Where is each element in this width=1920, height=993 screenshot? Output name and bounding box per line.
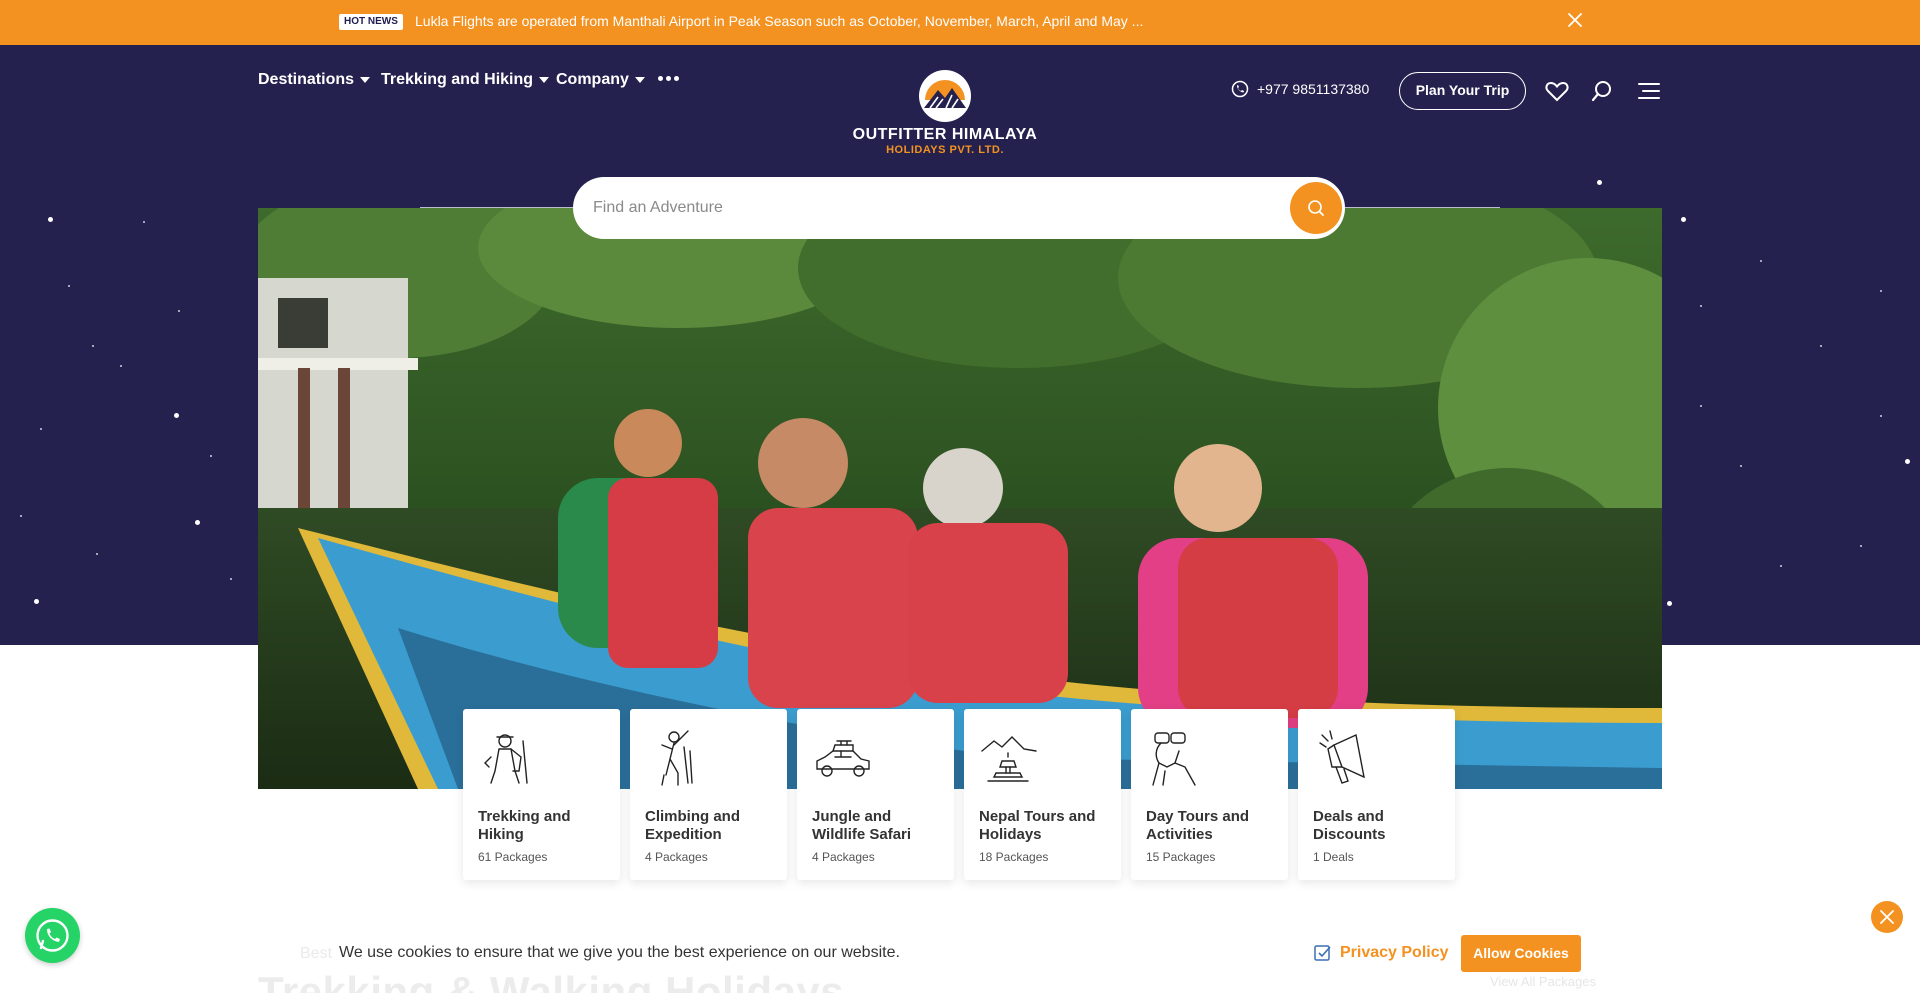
caret-down-icon — [634, 77, 645, 83]
nav-company[interactable]: Company — [556, 70, 645, 90]
more-dots-icon[interactable] — [658, 76, 679, 81]
phone-link[interactable]: +977 9851137380 — [1231, 80, 1369, 98]
nav-destinations[interactable]: Destinations — [258, 70, 371, 90]
whatsapp-icon — [1231, 80, 1249, 98]
search-icon — [1308, 200, 1324, 216]
whatsapp-chat-button[interactable] — [25, 908, 80, 963]
megaphone-icon — [1319, 730, 1365, 784]
category-card-day-tours[interactable]: Day Tours and Activities 15 Packages — [1131, 709, 1288, 880]
search-input[interactable] — [593, 177, 1253, 239]
search-bar — [573, 177, 1345, 239]
menu-icon[interactable] — [1637, 80, 1661, 102]
category-title: Deals and Discounts — [1313, 808, 1386, 843]
category-title: Nepal Tours and Holidays — [979, 808, 1096, 843]
view-all-link[interactable]: View All Packages — [1490, 974, 1596, 989]
search-icon[interactable] — [1590, 80, 1614, 102]
logo-icon[interactable] — [916, 68, 974, 122]
category-count: 61 Packages — [478, 850, 548, 864]
phone-number: +977 9851137380 — [1257, 81, 1370, 97]
nav-label: Trekking and Hiking — [381, 71, 534, 88]
category-card-climbing[interactable]: Climbing and Expedition 4 Packages — [630, 709, 787, 880]
cookie-close-button[interactable] — [1871, 901, 1903, 933]
category-count: 1 Deals — [1313, 850, 1354, 864]
binoculars-icon — [1152, 732, 1196, 786]
heart-icon[interactable] — [1545, 80, 1569, 102]
stupa-icon — [981, 736, 1037, 782]
hot-news-bar: HOT NEWS Lukla Flights are operated from… — [0, 0, 1920, 45]
category-count: 18 Packages — [979, 850, 1049, 864]
logo-name: OUTFITTER HIMALAYA — [852, 126, 1038, 143]
nav-trekking-hiking[interactable]: Trekking and Hiking — [381, 70, 550, 90]
hero-video[interactable] — [258, 208, 1662, 789]
caret-down-icon — [360, 77, 371, 83]
category-count: 15 Packages — [1146, 850, 1216, 864]
hot-news-text[interactable]: Lukla Flights are operated from Manthali… — [415, 12, 1143, 30]
close-icon[interactable] — [1565, 10, 1585, 30]
hot-news-badge: HOT NEWS — [339, 14, 403, 30]
category-title: Day Tours and Activities — [1146, 808, 1250, 843]
nav-label: Company — [556, 71, 629, 88]
category-card-deals[interactable]: Deals and Discounts 1 Deals — [1298, 709, 1455, 880]
safari-jeep-icon — [816, 740, 870, 777]
section-title: Trekking & Walking Holidays — [258, 968, 845, 993]
boat-photo — [258, 208, 1662, 789]
category-card-nepal-tours[interactable]: Nepal Tours and Holidays 18 Packages — [964, 709, 1121, 880]
category-title: Trekking and Hiking — [478, 808, 571, 843]
privacy-policy-link[interactable]: Privacy Policy — [1314, 944, 1449, 962]
climber-icon — [661, 730, 693, 786]
close-icon — [1880, 910, 1894, 924]
trekker-icon — [484, 734, 528, 784]
logo-subtitle: HOLIDAYS PVT. LTD. — [886, 144, 1004, 156]
plan-your-trip-button[interactable]: Plan Your Trip — [1399, 72, 1526, 110]
section-kicker: Best — [300, 945, 333, 962]
check-icon — [1314, 945, 1331, 961]
category-card-jungle-safari[interactable]: Jungle and Wildlife Safari 4 Packages — [797, 709, 954, 880]
category-count: 4 Packages — [645, 850, 708, 864]
category-card-trekking[interactable]: Trekking and Hiking 61 Packages — [463, 709, 620, 880]
caret-down-icon — [539, 77, 550, 83]
search-button[interactable] — [1290, 182, 1342, 234]
category-count: 4 Packages — [812, 850, 875, 864]
privacy-policy-label: Privacy Policy — [1340, 944, 1449, 961]
allow-cookies-button[interactable]: Allow Cookies — [1461, 935, 1581, 972]
whatsapp-icon — [36, 919, 69, 952]
cookie-message: We use cookies to ensure that we give yo… — [339, 944, 900, 961]
category-title: Climbing and Expedition — [645, 808, 740, 843]
category-title: Jungle and Wildlife Safari — [812, 808, 912, 843]
nav-label: Destinations — [258, 71, 355, 88]
